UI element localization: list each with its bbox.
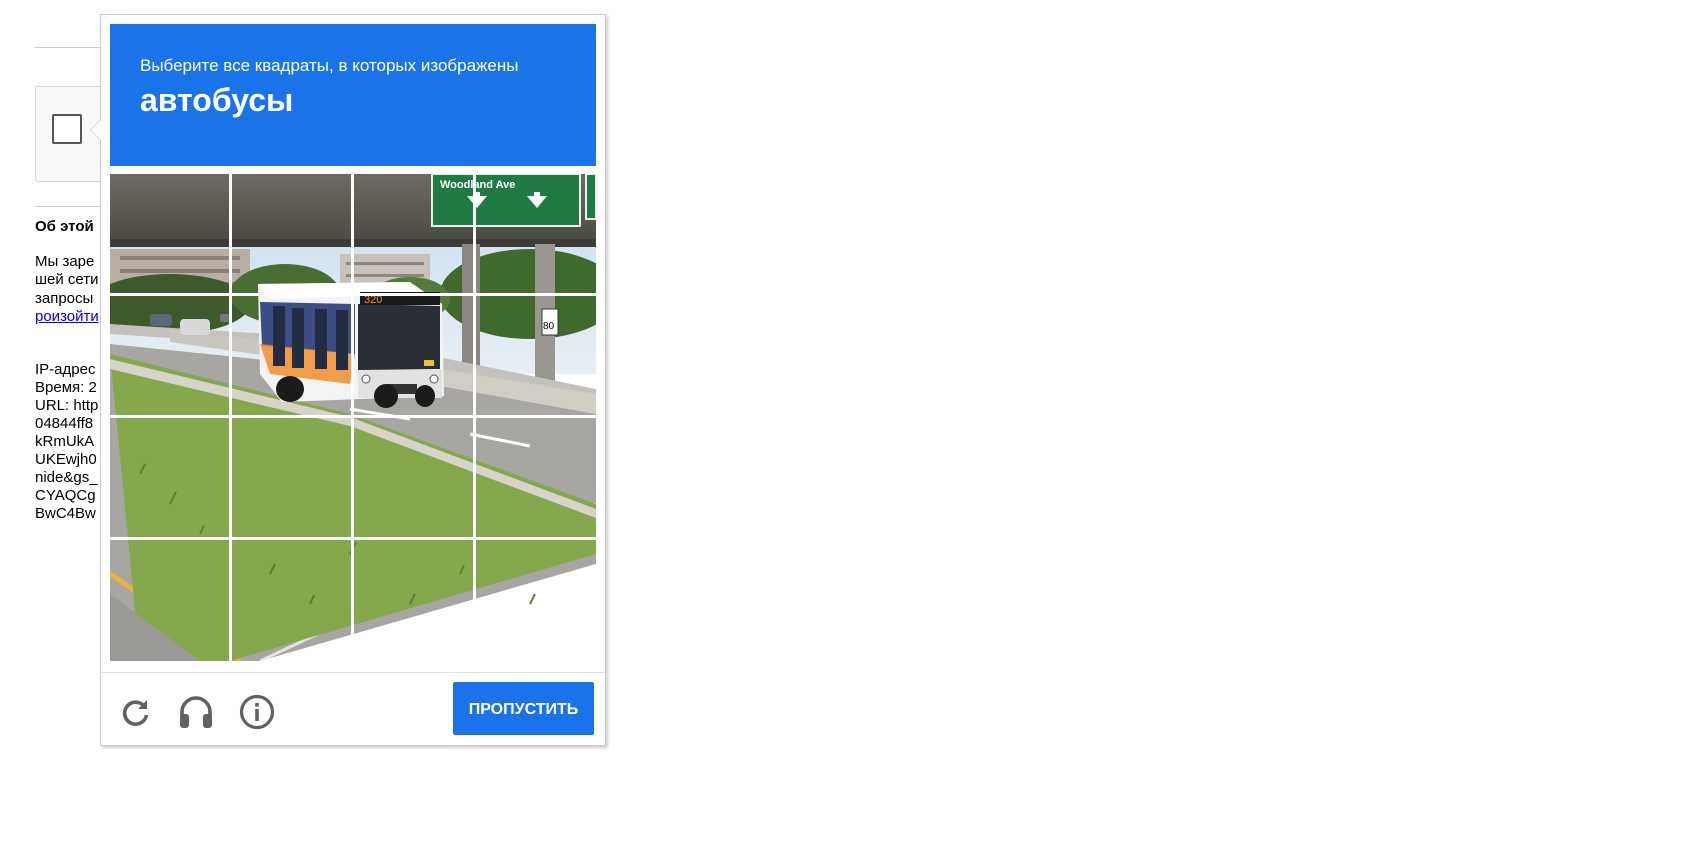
grid-tile-1-2[interactable]: [232, 174, 352, 294]
grid-tile-2-2[interactable]: [232, 296, 352, 416]
recaptcha-checkbox[interactable]: [52, 114, 82, 144]
challenge-instruction: Выберите все квадраты, в которых изображ…: [140, 56, 519, 75]
challenge-header: Выберите все квадраты, в которых изображ…: [110, 24, 596, 166]
info-icon: [239, 694, 275, 730]
headphones-icon: [180, 696, 212, 728]
grid-tile-1-1[interactable]: [110, 174, 230, 294]
paragraph-link-text[interactable]: роизойти: [35, 308, 99, 325]
grid-tile-1-3[interactable]: [354, 174, 474, 294]
image-grid: Woodland Ave 320 80: [110, 174, 596, 661]
divider: [35, 47, 107, 48]
paragraph-line: запросы: [35, 290, 94, 307]
grid-tile-4-4[interactable]: [476, 540, 596, 660]
info-line: URL: http: [35, 397, 99, 414]
grid-tile-4-3[interactable]: [354, 540, 474, 660]
grid-tile-4-2[interactable]: [232, 540, 352, 660]
reload-button[interactable]: [117, 693, 155, 731]
captcha-challenge-popup: Выберите все квадраты, в которых изображ…: [90, 14, 606, 746]
footer-divider: [101, 672, 605, 673]
grid-tile-3-2[interactable]: [232, 418, 352, 538]
grid-tile-3-1[interactable]: [110, 418, 230, 538]
info-line: Время: 2: [35, 379, 97, 396]
grid-tile-3-3[interactable]: [354, 418, 474, 538]
grid-tile-3-4[interactable]: [476, 418, 596, 538]
grid-tile-2-4[interactable]: [476, 296, 596, 416]
info-line: 04844ff8: [35, 415, 94, 432]
info-line: BwC4Bw: [35, 505, 96, 522]
paragraph-line: Мы заре: [35, 253, 95, 270]
info-line: CYAQCg: [35, 487, 96, 504]
info-line: UKEwjh0: [35, 451, 97, 468]
grid-tile-2-3[interactable]: [354, 296, 474, 416]
info-line: kRmUkA: [35, 433, 95, 450]
info-line: nide&gs_: [35, 469, 98, 486]
grid-tile-2-1[interactable]: [110, 296, 230, 416]
challenge-target: автобусы: [140, 82, 294, 118]
grid-tile-1-4[interactable]: [476, 174, 596, 294]
divider: [35, 206, 107, 207]
audio-challenge-button[interactable]: [177, 693, 215, 731]
reload-icon: [122, 700, 149, 726]
info-line: IP-адрес: [35, 361, 96, 378]
grid-tile-4-1[interactable]: [110, 540, 230, 660]
help-button[interactable]: [238, 693, 276, 731]
paragraph-line: шей сети: [35, 271, 99, 288]
skip-button[interactable]: ПРОПУСТИТЬ: [453, 682, 594, 735]
about-heading: Об этой: [35, 218, 94, 235]
paragraph-link[interactable]: роизойти: [35, 307, 105, 326]
